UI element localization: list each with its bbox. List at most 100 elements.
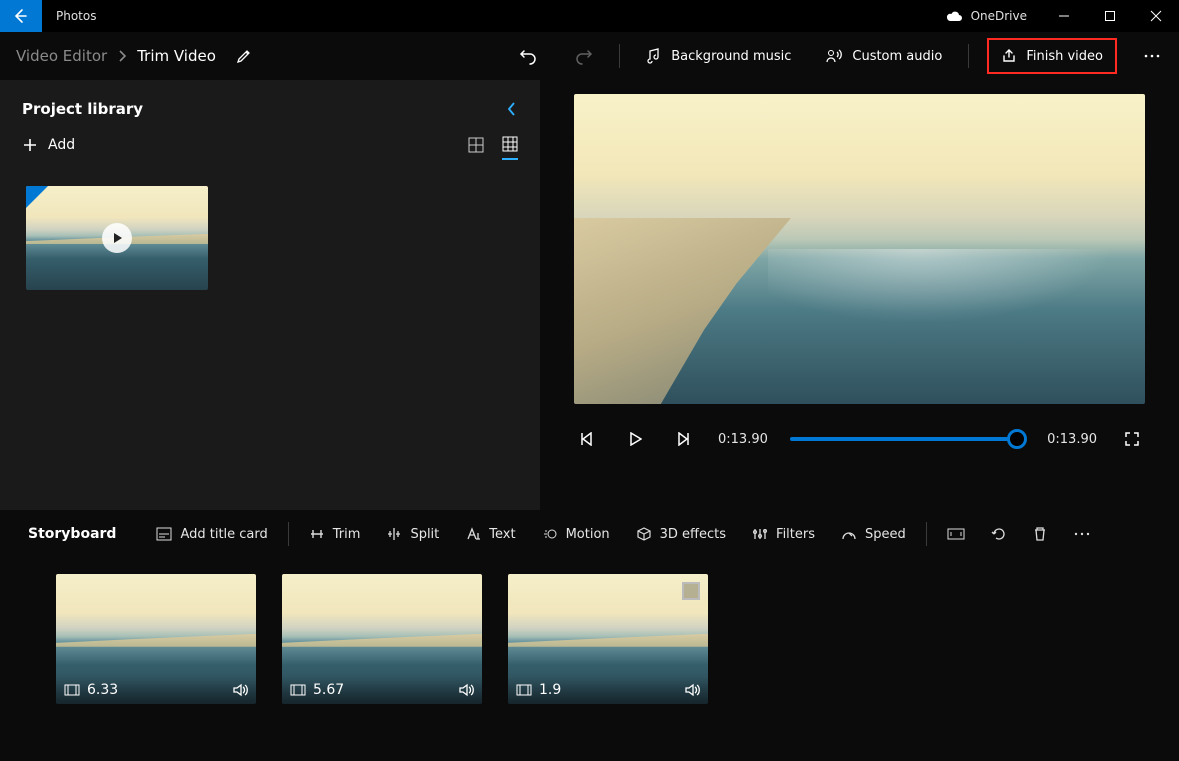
preview-frame-image [574, 94, 1145, 404]
storyboard-title: Storyboard [28, 526, 116, 542]
play-button[interactable] [622, 426, 648, 452]
storyboard-clip[interactable]: 5.67 [282, 574, 482, 704]
small-grid-button[interactable] [502, 136, 518, 160]
titlebar-left: Photos [0, 0, 96, 32]
finish-video-button[interactable]: Finish video [993, 42, 1111, 70]
used-indicator-icon [26, 186, 48, 208]
add-title-card-button[interactable]: Add title card [150, 523, 273, 546]
person-audio-icon [825, 48, 843, 64]
text-icon [465, 527, 481, 541]
library-media-item[interactable] [26, 186, 208, 290]
split-button[interactable]: Split [380, 523, 445, 546]
storyboard-more-button[interactable] [1067, 527, 1097, 541]
current-time: 0:13.90 [718, 432, 768, 447]
background-music-label: Background music [671, 49, 791, 64]
volume-icon[interactable] [232, 683, 248, 697]
storyboard-separator [926, 522, 927, 546]
filmstrip-icon [290, 684, 306, 696]
storyboard-panel: Storyboard Add title card Trim Split Tex… [0, 510, 1179, 761]
titlebar-right: OneDrive [931, 0, 1179, 32]
total-time: 0:13.90 [1047, 432, 1097, 447]
trash-icon [1033, 526, 1047, 542]
breadcrumb-current: Trim Video [137, 47, 216, 65]
storyboard-clip-selected[interactable]: 1.9 [508, 574, 708, 704]
clip-checkbox[interactable] [682, 582, 700, 600]
chevron-left-icon [506, 101, 518, 117]
custom-audio-button[interactable]: Custom audio [817, 42, 950, 70]
ellipsis-icon [1143, 53, 1161, 59]
cloud-icon [945, 10, 963, 22]
music-note-icon [646, 48, 662, 64]
clip-info: 6.33 [56, 676, 256, 704]
step-back-icon [579, 432, 595, 446]
seek-knob[interactable] [1007, 429, 1027, 449]
project-library-panel: Project library Add [0, 80, 540, 510]
minimize-button[interactable] [1041, 0, 1087, 32]
fullscreen-button[interactable] [1119, 426, 1145, 452]
rename-button[interactable] [236, 48, 252, 64]
chevron-right-icon [117, 49, 127, 63]
motion-icon [542, 527, 558, 541]
preview-panel: 0:13.90 0:13.90 [540, 80, 1179, 510]
undo-button[interactable] [511, 41, 547, 71]
motion-label: Motion [566, 527, 610, 542]
redo-button[interactable] [565, 41, 601, 71]
next-frame-button[interactable] [670, 426, 696, 452]
redo-icon [573, 47, 593, 65]
volume-icon[interactable] [684, 683, 700, 697]
minimize-icon [1058, 10, 1070, 22]
video-preview[interactable] [574, 94, 1145, 404]
filters-label: Filters [776, 527, 815, 542]
maximize-button[interactable] [1087, 0, 1133, 32]
photos-video-editor-window: Photos OneDrive Video Editor Trim Video [0, 0, 1179, 761]
prev-frame-button[interactable] [574, 426, 600, 452]
clip-info: 1.9 [508, 676, 708, 704]
rotate-icon [991, 526, 1007, 542]
filters-button[interactable]: Filters [746, 523, 821, 546]
back-button[interactable] [0, 0, 42, 32]
seek-bar[interactable] [790, 437, 1025, 441]
close-icon [1150, 10, 1162, 22]
breadcrumb: Video Editor Trim Video [10, 47, 252, 65]
text-label: Text [489, 527, 515, 542]
aspect-ratio-button[interactable] [941, 523, 971, 545]
view-toggle [468, 136, 518, 154]
clip-duration: 6.33 [87, 682, 118, 698]
rotate-button[interactable] [985, 522, 1013, 546]
filmstrip-icon [516, 684, 532, 696]
add-label: Add [48, 137, 75, 153]
aspect-ratio-icon [947, 527, 965, 541]
title-card-icon [156, 527, 172, 541]
more-button[interactable] [1135, 47, 1169, 65]
clip-duration: 1.9 [539, 682, 561, 698]
grid-small-icon [502, 136, 518, 152]
speed-button[interactable]: Speed [835, 523, 912, 546]
text-button[interactable]: Text [459, 523, 521, 546]
onedrive-status[interactable]: OneDrive [931, 9, 1041, 23]
speed-label: Speed [865, 527, 906, 542]
3d-effects-button[interactable]: 3D effects [630, 523, 732, 546]
large-grid-button[interactable] [468, 137, 484, 153]
speed-icon [841, 527, 857, 541]
collapse-library-button[interactable] [506, 101, 518, 117]
app-title: Photos [42, 9, 96, 23]
breadcrumb-root[interactable]: Video Editor [16, 47, 107, 65]
undo-icon [519, 47, 539, 65]
titlebar: Photos OneDrive [0, 0, 1179, 32]
onedrive-label: OneDrive [971, 9, 1027, 23]
storyboard-clip[interactable]: 6.33 [56, 574, 256, 704]
filmstrip-icon [64, 684, 80, 696]
background-music-button[interactable]: Background music [638, 42, 799, 70]
delete-clip-button[interactable] [1027, 522, 1053, 546]
trim-button[interactable]: Trim [303, 523, 367, 546]
storyboard-clips: 6.33 5.67 [0, 554, 1179, 724]
motion-button[interactable]: Motion [536, 523, 616, 546]
library-header: Project library [0, 80, 540, 126]
add-media-button[interactable]: Add [22, 137, 75, 153]
volume-icon[interactable] [458, 683, 474, 697]
close-button[interactable] [1133, 0, 1179, 32]
library-actions: Add [0, 126, 540, 162]
ellipsis-icon [1073, 531, 1091, 537]
playback-controls: 0:13.90 0:13.90 [574, 426, 1145, 452]
custom-audio-label: Custom audio [852, 49, 942, 64]
